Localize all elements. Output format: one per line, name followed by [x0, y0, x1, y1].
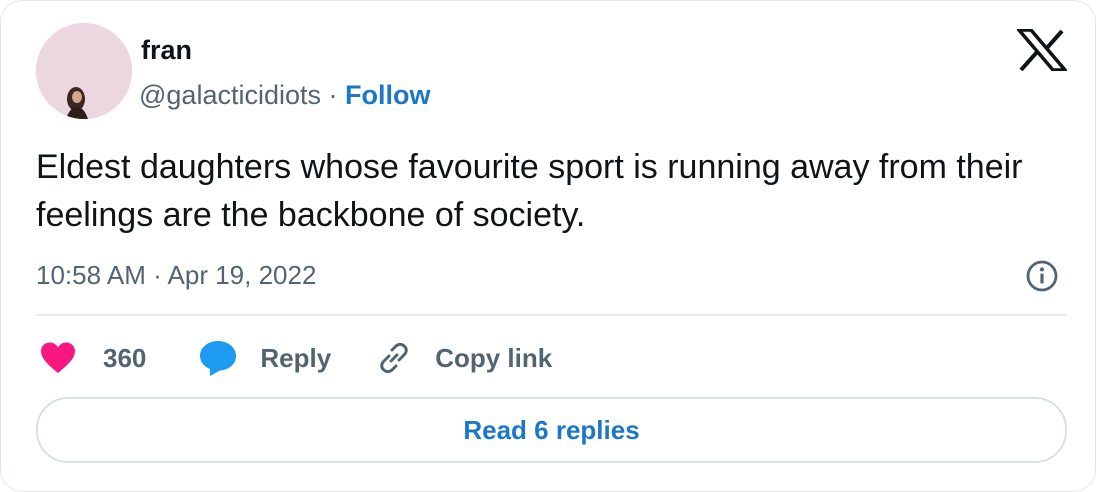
reply-button[interactable]: Reply	[198, 339, 331, 377]
tweet-timestamp[interactable]: 10:58 AM · Apr 19, 2022	[36, 257, 316, 293]
avatar-photo	[36, 23, 132, 119]
tweet-actions: 360 Reply Copy link	[36, 333, 552, 383]
x-logo-icon[interactable]	[1017, 29, 1067, 71]
copy-link-label: Copy link	[435, 342, 553, 373]
author-name[interactable]: fran	[141, 33, 192, 67]
handle-separator: ·	[321, 80, 345, 110]
reply-bubble-icon	[200, 341, 237, 376]
copy-link-button[interactable]: Copy link	[375, 339, 552, 377]
reply-label: Reply	[260, 342, 332, 373]
tweet-text: Eldest daughters whose favourite sport i…	[36, 148, 1023, 234]
follow-button[interactable]: Follow	[345, 80, 430, 110]
author-handle-row: @galacticidiots · Follow	[139, 77, 430, 113]
like-button[interactable]: 360	[39, 341, 146, 375]
author-handle[interactable]: @galacticidiots	[139, 80, 321, 110]
read-replies-button[interactable]: Read 6 replies	[36, 397, 1067, 463]
divider	[36, 314, 1067, 316]
tweet-card: fran @galacticidiots · Follow Eldest dau…	[0, 0, 1096, 492]
link-icon	[380, 342, 408, 374]
info-icon[interactable]	[1025, 259, 1059, 293]
heart-icon	[41, 342, 75, 373]
avatar[interactable]	[36, 23, 132, 119]
like-count: 360	[103, 342, 147, 373]
